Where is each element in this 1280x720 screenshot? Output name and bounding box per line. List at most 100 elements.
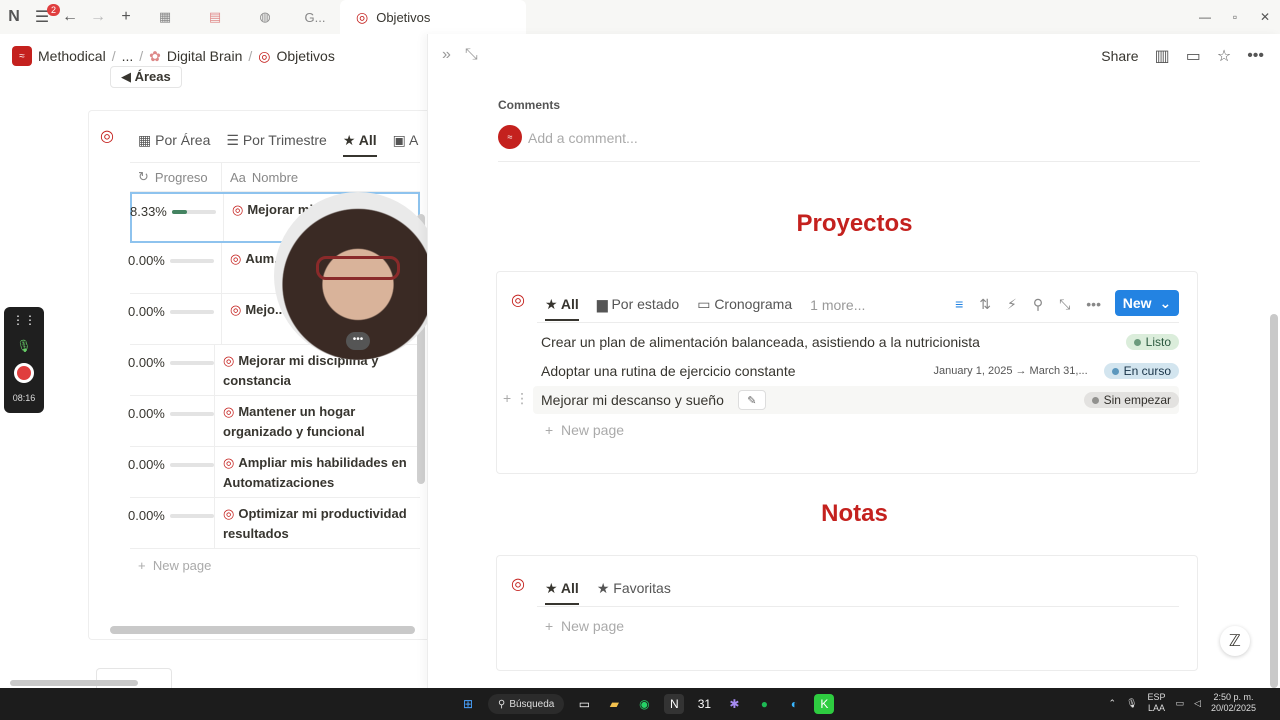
calendar-app-icon[interactable]: 31	[694, 694, 714, 714]
target-icon: ◎	[232, 202, 244, 217]
horizontal-scrollbar[interactable]	[110, 626, 415, 634]
target-icon: ◎	[230, 302, 242, 317]
vertical-scrollbar[interactable]	[1270, 314, 1278, 688]
tab-all[interactable]: ★ All	[545, 296, 579, 321]
list-item[interactable]: Mejorar mi descanso y sueño ✎ Sin empeza…	[533, 386, 1179, 414]
app-icon[interactable]: ✱	[724, 694, 744, 714]
breadcrumb-workspace[interactable]: Methodical	[38, 48, 106, 64]
status-badge[interactable]: En curso	[1103, 363, 1179, 379]
tab-objetivos[interactable]: ◎ Objetivos	[340, 0, 526, 34]
new-page-button[interactable]: + New page	[545, 422, 624, 438]
tab-calendar[interactable]: ▦	[140, 0, 190, 34]
webcam-bubble[interactable]: •••	[274, 192, 442, 360]
minimize-icon[interactable]: —	[1190, 10, 1220, 24]
more-views[interactable]: 1 more...	[810, 297, 865, 313]
tab-notebook[interactable]: ▤	[190, 0, 240, 34]
comment-input[interactable]: Add a comment...	[528, 130, 638, 146]
k-app-icon[interactable]: K	[814, 694, 835, 714]
tab-por-estado[interactable]: ▆ Por estado	[597, 296, 679, 313]
forward-arrow-icon[interactable]: →	[84, 0, 112, 34]
target-icon: ◎	[356, 8, 369, 25]
chevron-up-icon[interactable]: ⌃	[1109, 698, 1117, 709]
close-peek-icon[interactable]: »	[442, 46, 451, 64]
task-view-icon[interactable]: ▭	[574, 694, 594, 714]
status-badge[interactable]: Sin empezar	[1083, 392, 1179, 408]
record-button[interactable]	[14, 359, 34, 385]
breadcrumb-current[interactable]: Objetivos	[276, 48, 334, 64]
progress-bar	[170, 412, 214, 416]
automation-icon[interactable]: ⚡	[1007, 296, 1017, 313]
volume-icon[interactable]: ◁	[1194, 698, 1201, 709]
row-name[interactable]: ◎ Mantener un hogar organizado y funciona…	[215, 396, 420, 446]
more-icon[interactable]: •••	[1086, 296, 1101, 313]
tab-globe[interactable]: ◍	[240, 0, 290, 34]
whatsapp-icon[interactable]: ◉	[634, 694, 654, 714]
spotify-icon[interactable]: ●	[754, 694, 774, 714]
maximize-icon[interactable]: ▫	[1220, 10, 1250, 24]
filter-icon[interactable]: ≡	[955, 296, 963, 313]
list-item[interactable]: Adoptar una rutina de ejercicio constant…	[541, 357, 1179, 385]
grid-dots-icon[interactable]: ⋮⋮	[12, 307, 36, 333]
close-icon[interactable]: ✕	[1250, 10, 1280, 24]
edit-icon[interactable]: ✎	[737, 390, 766, 410]
more-icon[interactable]: •••	[1247, 47, 1264, 65]
taskbar-search[interactable]: ⚲ Búsqueda	[488, 694, 565, 714]
recording-time: 08:16	[12, 393, 36, 403]
tab-all[interactable]: ★ All	[545, 580, 579, 605]
star-icon[interactable]: ☆	[1217, 46, 1231, 66]
progress-bar	[170, 463, 214, 467]
search-icon[interactable]: ⚲	[1033, 296, 1043, 313]
table-row[interactable]: 0.00% ◎ Ampliar mis habilidades en Automat…	[128, 447, 420, 498]
target-icon: ◎	[511, 576, 525, 593]
browser-icon[interactable]: ◐	[784, 694, 804, 714]
progress-bar	[170, 361, 214, 365]
table-row[interactable]: 0.00% ◎ Optimizar mi productividad resulta…	[128, 498, 420, 549]
notion-logo-icon[interactable]: N	[0, 0, 28, 34]
microphone-icon[interactable]: 🎙	[1126, 698, 1137, 709]
tab-favoritas[interactable]: ★ Favoritas	[597, 580, 671, 597]
tab-a[interactable]: ▣ A	[393, 132, 419, 157]
list-icon: ☰	[226, 132, 243, 148]
menu-icon[interactable]: ☰ 2	[28, 0, 60, 34]
column-progreso[interactable]: ↻ Progreso	[130, 163, 222, 191]
formula-icon: ↻	[138, 169, 149, 184]
page-scrollbar[interactable]	[10, 680, 138, 686]
progress-bar	[170, 310, 214, 314]
column-nombre[interactable]: Aa Nombre	[222, 163, 298, 191]
areas-chip[interactable]: ◀ Áreas	[110, 66, 182, 88]
language-indicator[interactable]: ESP LAA	[1148, 692, 1166, 714]
network-icon[interactable]: ▭	[1176, 698, 1185, 709]
back-arrow-icon[interactable]: ←	[56, 0, 84, 34]
breadcrumb-ellipsis[interactable]: ...	[122, 48, 134, 64]
share-button[interactable]: Share	[1101, 48, 1138, 64]
breadcrumb: ≈ Methodical / ... / ✿ Digital Brain / ◎…	[12, 46, 335, 66]
folder-icon[interactable]: ▰	[604, 694, 624, 714]
more-icon[interactable]: •••	[346, 332, 370, 350]
windows-start-icon[interactable]: ⊞	[458, 694, 478, 714]
new-page-button[interactable]: + New page	[545, 618, 624, 634]
progress-bar	[170, 514, 214, 518]
notion-icon[interactable]: N	[664, 694, 685, 714]
list-item[interactable]: Crear un plan de alimentación balanceada…	[541, 328, 1179, 356]
tab-all[interactable]: ★ All	[342, 132, 377, 157]
tab-por-area[interactable]: ▦ Por Área	[138, 132, 210, 157]
help-icon[interactable]: ℤ	[1220, 626, 1250, 656]
new-button[interactable]: New ⌄	[1115, 290, 1179, 316]
microphone-icon[interactable]: 🎙	[16, 333, 31, 359]
comment-icon[interactable]: ▭	[1186, 46, 1201, 66]
tab-g[interactable]: G...	[290, 0, 340, 34]
expand-icon[interactable]: ⤡	[1059, 296, 1070, 313]
row-name[interactable]: ◎ Ampliar mis habilidades en Automatizaci…	[215, 447, 420, 497]
status-badge[interactable]: Listo	[1125, 334, 1179, 350]
sort-icon[interactable]: ⇅	[979, 296, 991, 313]
row-name[interactable]: ◎ Optimizar mi productividad resultados	[215, 498, 420, 548]
clock[interactable]: 2:50 p. m. 20/02/2025	[1211, 692, 1256, 714]
side-peek-icon[interactable]: ▥	[1155, 46, 1170, 66]
breadcrumb-parent[interactable]: Digital Brain	[167, 48, 242, 64]
tab-por-trimestre[interactable]: ☰ Por Trimestre	[226, 132, 326, 157]
new-tab-icon[interactable]: +	[112, 0, 140, 34]
expand-icon[interactable]: ⤡	[465, 46, 478, 64]
tab-cronograma[interactable]: ▭ Cronograma	[697, 296, 792, 313]
new-page-button[interactable]: + New page	[138, 558, 211, 573]
table-row[interactable]: 0.00% ◎ Mantener un hogar organizado y fun…	[128, 396, 420, 447]
